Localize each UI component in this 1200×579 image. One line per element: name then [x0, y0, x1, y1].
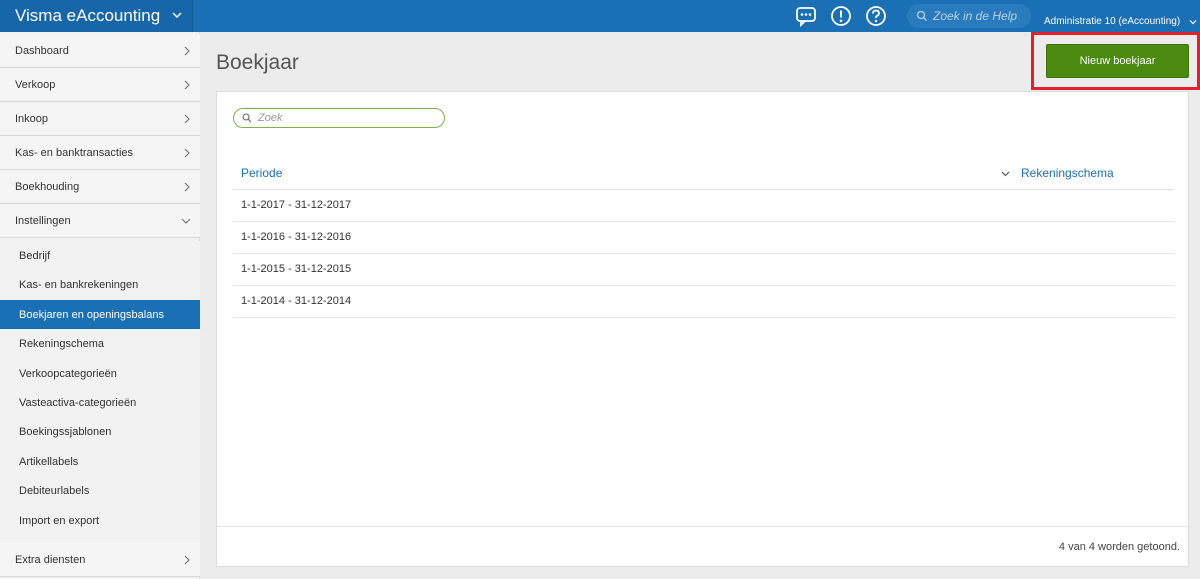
- sidebar-subitem-verkoopcategorieen[interactable]: Verkoopcategorieën: [0, 359, 200, 388]
- chat-icon[interactable]: [795, 5, 817, 27]
- sidebar-item-label: Kas- en banktransacties: [15, 146, 134, 159]
- sidebar-subitem-label: Kas- en bankrekeningen: [19, 278, 139, 291]
- exclamation-icon[interactable]: [830, 5, 852, 27]
- sidebar-subitem-label: Boekjaren en openingsbalans: [19, 308, 164, 321]
- help-search-placeholder: Zoek in de Help: [933, 9, 1018, 23]
- sidebar-subitem-label: Import en export: [19, 514, 100, 527]
- sidebar-subitem-label: Vasteactiva-categorieën: [19, 396, 137, 409]
- sidebar-subitem-rekeningschema[interactable]: Rekeningschema: [0, 329, 200, 358]
- table-row[interactable]: 1-1-2017 - 31-12-2017: [233, 190, 1174, 222]
- page-title: Boekjaar: [216, 51, 299, 74]
- sidebar-subitem-label: Verkoopcategorieën: [19, 367, 117, 380]
- footer-divider: [217, 526, 1188, 527]
- sidebar-item-kas-en-banktransacties[interactable]: Kas- en banktransacties: [0, 136, 200, 170]
- sidebar-subitem-artikellabels[interactable]: Artikellabels: [0, 447, 200, 476]
- sidebar-subitem-debiteurlabels[interactable]: Debiteurlabels: [0, 476, 200, 505]
- chevron-right-icon: [184, 46, 190, 56]
- highlight-box: [1031, 32, 1200, 90]
- sidebar-item-verkoop[interactable]: Verkoop: [0, 68, 200, 102]
- sidebar-item-instellingen[interactable]: Instellingen: [0, 204, 200, 238]
- chevron-down-icon[interactable]: [1189, 18, 1197, 26]
- column-header-periode[interactable]: Periode: [241, 166, 282, 180]
- sidebar-subitem-bedrijf[interactable]: Bedrijf: [0, 241, 200, 270]
- sidebar-item-dashboard[interactable]: Dashboard: [0, 34, 200, 68]
- fiscal-years-panel: Zoek Periode Rekeningschema 1-1-2017 - 3…: [216, 91, 1189, 567]
- sidebar-subitem-kas-en-bankrekeningen[interactable]: Kas- en bankrekeningen: [0, 270, 200, 299]
- sidebar-item-extra-diensten[interactable]: Extra diensten: [0, 543, 200, 577]
- table-row[interactable]: 1-1-2015 - 31-12-2015: [233, 254, 1174, 286]
- sidebar-subitem-label: Bedrijf: [19, 249, 51, 262]
- sidebar-item-boekhouding[interactable]: Boekhouding: [0, 170, 200, 204]
- sidebar-subitem-label: Rekeningschema: [19, 337, 104, 350]
- sidebar-subitem-boekjaren[interactable]: Boekjaren en openingsbalans: [0, 300, 200, 329]
- app-title: Visma eAccounting: [15, 6, 161, 25]
- table-row[interactable]: 1-1-2016 - 31-12-2016: [233, 222, 1174, 254]
- sidebar-item-label: Boekhouding: [15, 180, 80, 193]
- sidebar-item-label: Inkoop: [15, 112, 49, 125]
- top-bar: Visma eAccounting Zoek in de Help Admini…: [0, 0, 1200, 32]
- sidebar-subitem-label: Boekingssjablonen: [19, 425, 112, 438]
- sidebar-subitem-label: Debiteurlabels: [19, 484, 90, 497]
- sidebar-subitem-label: Artikellabels: [19, 455, 79, 468]
- search-icon: [242, 113, 252, 123]
- app-switcher[interactable]: Visma eAccounting: [0, 0, 193, 32]
- cell-periode: 1-1-2015 - 31-12-2015: [241, 263, 352, 275]
- sidebar-subitem-import-en-export[interactable]: Import en export: [0, 506, 200, 535]
- sort-descending-icon[interactable]: [1001, 171, 1010, 177]
- chevron-right-icon: [184, 80, 190, 90]
- column-header-rekeningschema[interactable]: Rekeningschema: [1021, 166, 1114, 180]
- sidebar-item-label: Extra diensten: [15, 553, 86, 566]
- sidebar: Dashboard Verkoop Inkoop Kas- en banktra…: [0, 32, 200, 579]
- search-input[interactable]: Zoek: [233, 108, 445, 128]
- sidebar-item-label: Instellingen: [15, 214, 71, 227]
- search-placeholder: Zoek: [258, 112, 283, 124]
- sidebar-item-label: Dashboard: [15, 44, 69, 57]
- help-search-input[interactable]: Zoek in de Help: [907, 4, 1031, 28]
- question-icon[interactable]: [865, 5, 887, 27]
- cell-periode: 1-1-2014 - 31-12-2014: [241, 295, 352, 307]
- chevron-right-icon: [184, 114, 190, 124]
- chevron-right-icon: [184, 148, 190, 158]
- cell-periode: 1-1-2016 - 31-12-2016: [241, 231, 352, 243]
- search-icon: [916, 10, 927, 21]
- chevron-down-icon: [181, 218, 191, 224]
- chevron-right-icon: [184, 182, 190, 192]
- sidebar-subitem-boekingssjablonen[interactable]: Boekingssjablonen: [0, 417, 200, 446]
- cell-periode: 1-1-2017 - 31-12-2017: [241, 199, 352, 211]
- sidebar-subitem-vasteactiva-categorieen[interactable]: Vasteactiva-categorieën: [0, 388, 200, 417]
- chevron-down-icon: [172, 12, 182, 19]
- chevron-right-icon: [184, 555, 190, 565]
- table-row[interactable]: 1-1-2014 - 31-12-2014: [233, 286, 1174, 318]
- result-count: 4 van 4 worden getoond.: [1058, 541, 1180, 553]
- administration-switcher[interactable]: Administratie 10 (eAccounting): [1044, 16, 1180, 27]
- sidebar-item-inkoop[interactable]: Inkoop: [0, 102, 200, 136]
- sidebar-item-label: Verkoop: [15, 78, 56, 91]
